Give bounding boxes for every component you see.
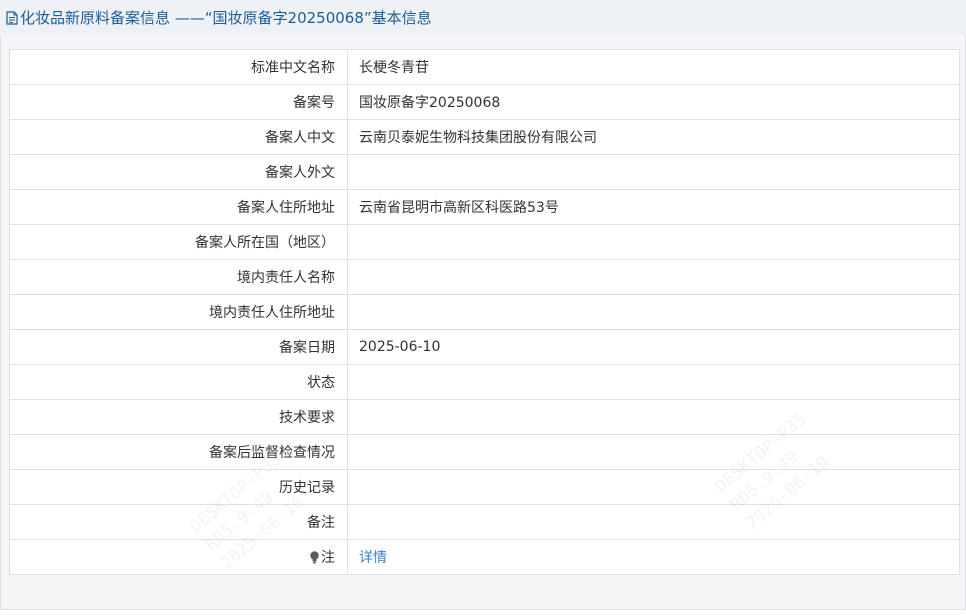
row-label: 备案后监督检查情况	[9, 434, 348, 470]
row-label: 技术要求	[9, 399, 348, 435]
row-label: 备案日期	[9, 329, 348, 365]
row-value	[347, 364, 960, 400]
note-value-cell: 详情	[347, 539, 960, 575]
row-label: 境内责任人住所地址	[9, 294, 348, 330]
table-row: 历史记录	[9, 469, 960, 505]
row-value	[347, 259, 960, 295]
table-row: 标准中文名称 长梗冬青苷	[9, 49, 960, 85]
row-value: 2025-06-10	[347, 329, 960, 365]
row-label: 备案人所在国（地区）	[9, 224, 348, 260]
row-value	[347, 469, 960, 505]
row-label: 境内责任人名称	[9, 259, 348, 295]
table-row: 境内责任人住所地址	[9, 294, 960, 330]
table-row: 备案日期 2025-06-10	[9, 329, 960, 365]
row-label: 历史记录	[9, 469, 348, 505]
row-label: 标准中文名称	[9, 49, 348, 85]
row-label: 备案人中文	[9, 119, 348, 155]
table-row: 状态	[9, 364, 960, 400]
row-label: 备案人住所地址	[9, 189, 348, 225]
table-row: 备案后监督检查情况	[9, 434, 960, 470]
row-value	[347, 504, 960, 540]
row-value	[347, 434, 960, 470]
row-value	[347, 399, 960, 435]
table-row: 备注	[9, 504, 960, 540]
page: 化妆品新原料备案信息 ——“国妆原备字20250068”基本信息 标准中文名称 …	[0, 0, 966, 616]
row-label: 备注	[9, 504, 348, 540]
info-panel: 标准中文名称 长梗冬青苷 备案号 国妆原备字20250068 备案人中文 云南贝…	[0, 35, 966, 610]
document-icon	[6, 10, 18, 25]
row-label: 备案人外文	[9, 154, 348, 190]
table-row: 备案人住所地址 云南省昆明市高新区科医路53号	[9, 189, 960, 225]
title-bar: 化妆品新原料备案信息 ——“国妆原备字20250068”基本信息	[0, 0, 966, 36]
table-row: 备案人外文	[9, 154, 960, 190]
row-value	[347, 294, 960, 330]
row-label: 备案号	[9, 84, 348, 120]
table-row: 备案人所在国（地区）	[9, 224, 960, 260]
row-value: 长梗冬青苷	[347, 49, 960, 85]
row-label: 状态	[9, 364, 348, 400]
note-label-cell: 注	[9, 539, 348, 575]
row-value: 云南省昆明市高新区科医路53号	[347, 189, 960, 225]
table-row: 技术要求	[9, 399, 960, 435]
page-title: 化妆品新原料备案信息 ——“国妆原备字20250068”基本信息	[20, 9, 432, 27]
table-row: 备案号 国妆原备字20250068	[9, 84, 960, 120]
lightbulb-icon	[310, 550, 319, 568]
note-row: 注 详情	[9, 539, 960, 575]
table-row: 备案人中文 云南贝泰妮生物科技集团股份有限公司	[9, 119, 960, 155]
row-value	[347, 224, 960, 260]
row-value	[347, 154, 960, 190]
info-table: 标准中文名称 长梗冬青苷 备案号 国妆原备字20250068 备案人中文 云南贝…	[9, 49, 960, 575]
row-value: 国妆原备字20250068	[347, 84, 960, 120]
row-value: 云南贝泰妮生物科技集团股份有限公司	[347, 119, 960, 155]
table-row: 境内责任人名称	[9, 259, 960, 295]
details-link[interactable]: 详情	[359, 550, 387, 566]
note-label: 注	[321, 549, 335, 566]
